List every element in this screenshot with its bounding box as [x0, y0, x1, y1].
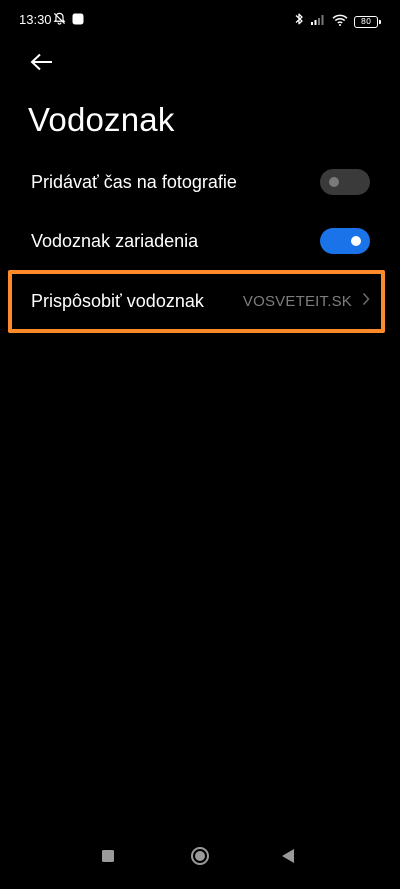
- setting-device-watermark-label: Vodoznak zariadenia: [31, 230, 199, 251]
- page-title: Vodoznak: [28, 101, 175, 138]
- status-bar: 13:30 80: [0, 0, 400, 40]
- bluetooth-icon: [294, 12, 304, 31]
- toggle-knob: [329, 177, 339, 187]
- setting-customize-watermark-label: Prispôsobiť vodoznak: [31, 290, 204, 311]
- setting-add-time-row[interactable]: Pridávať čas na fotografie: [0, 153, 400, 211]
- back-button[interactable]: [26, 50, 58, 78]
- toggle-knob: [351, 236, 361, 246]
- watermark-value: VOSVETEIT.SK: [242, 292, 352, 310]
- back-triangle-icon: [281, 848, 295, 869]
- bell-muted-icon: [53, 12, 66, 30]
- signal-icon: [310, 13, 326, 31]
- setting-device-watermark-row[interactable]: Vodoznak zariadenia: [0, 212, 400, 270]
- add-time-toggle[interactable]: [320, 169, 370, 195]
- chevron-right-icon: [362, 292, 370, 311]
- status-left-icons: [53, 12, 84, 30]
- app-notification-icon: [72, 12, 84, 30]
- home-button[interactable]: [186, 844, 214, 872]
- navigation-bar: [0, 834, 400, 889]
- recents-square-icon: [101, 849, 115, 868]
- device-watermark-toggle[interactable]: [320, 228, 370, 254]
- nav-back-button[interactable]: [274, 844, 302, 872]
- recents-button[interactable]: [94, 844, 122, 872]
- battery-icon: 80: [354, 15, 381, 28]
- status-right-icons: 80: [294, 12, 381, 31]
- status-time: 13:30: [19, 12, 52, 27]
- home-circle-icon: [190, 846, 210, 871]
- setting-add-time-label: Pridávať čas na fotografie: [31, 171, 237, 192]
- arrow-left-icon: [30, 53, 54, 76]
- setting-customize-watermark-row[interactable]: Prispôsobiť vodoznak VOSVETEIT.SK: [0, 272, 400, 330]
- wifi-icon: [332, 13, 348, 31]
